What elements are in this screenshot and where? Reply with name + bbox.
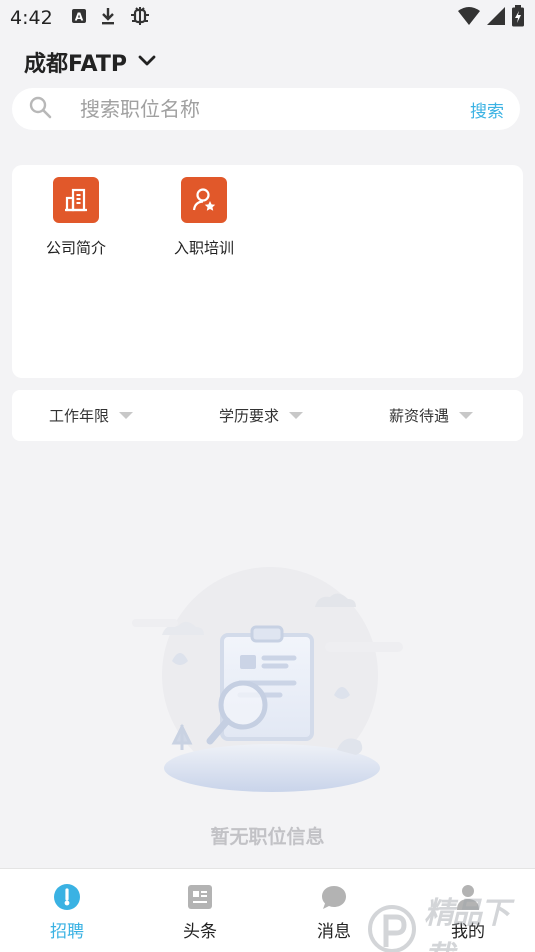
font-a-icon: A	[71, 8, 87, 28]
bug-icon	[129, 5, 151, 31]
status-bar: 4:42 A	[0, 0, 535, 36]
wifi-icon	[457, 6, 481, 30]
filter-label: 薪资待遇	[389, 407, 450, 425]
tab-label: 头条	[183, 922, 217, 942]
status-system-icons	[457, 5, 525, 31]
shortcut-onboarding-training[interactable]: 入职培训	[156, 177, 252, 258]
battery-charging-icon	[511, 5, 525, 31]
tab-label: 消息	[317, 922, 351, 942]
search-icon	[28, 95, 52, 123]
filter-bar: 工作年限 学历要求 薪资待遇	[12, 390, 523, 441]
filter-work-years[interactable]: 工作年限	[49, 390, 134, 441]
dropdown-triangle-icon	[459, 412, 474, 419]
company-building-icon	[53, 177, 99, 223]
status-time: 4:42	[10, 7, 53, 29]
news-icon	[186, 883, 214, 911]
tab-label: 招聘	[50, 922, 84, 942]
watermark-logo-icon	[368, 903, 416, 952]
filter-label: 工作年限	[49, 407, 110, 425]
tab-messages[interactable]: 消息	[299, 883, 369, 942]
tab-headlines[interactable]: 头条	[165, 883, 235, 942]
user-star-icon	[181, 177, 227, 223]
filter-salary[interactable]: 薪资待遇	[389, 390, 474, 441]
recruit-icon	[53, 883, 81, 911]
message-bubble-icon	[320, 883, 348, 911]
watermark: 精品下载	[368, 888, 535, 952]
search-input[interactable]	[80, 97, 470, 121]
dropdown-triangle-icon	[119, 412, 134, 419]
tab-recruit[interactable]: 招聘	[32, 883, 102, 942]
filter-label: 学历要求	[219, 407, 280, 425]
shortcut-label: 入职培训	[173, 239, 234, 257]
shortcut-card: 公司简介 入职培训	[12, 165, 523, 378]
city-name: 成都FATP	[24, 52, 127, 77]
svg-text:A: A	[74, 11, 83, 24]
city-selector[interactable]: 成都FATP	[24, 46, 157, 78]
shortcut-company-intro[interactable]: 公司简介	[28, 177, 124, 258]
watermark-text: 精品下载	[424, 896, 510, 952]
status-notification-icons: A	[71, 5, 151, 31]
dropdown-triangle-icon	[289, 412, 304, 419]
chevron-down-icon	[137, 53, 157, 72]
search-button[interactable]: 搜索	[470, 97, 504, 122]
empty-state-message: 暂无职位信息	[210, 826, 325, 848]
download-icon	[99, 6, 117, 30]
search-bar: 搜索	[12, 88, 520, 130]
signal-icon	[485, 6, 507, 30]
empty-clipboard-search-icon	[130, 565, 405, 810]
shortcut-label: 公司简介	[45, 239, 106, 257]
filter-education[interactable]: 学历要求	[219, 390, 304, 441]
